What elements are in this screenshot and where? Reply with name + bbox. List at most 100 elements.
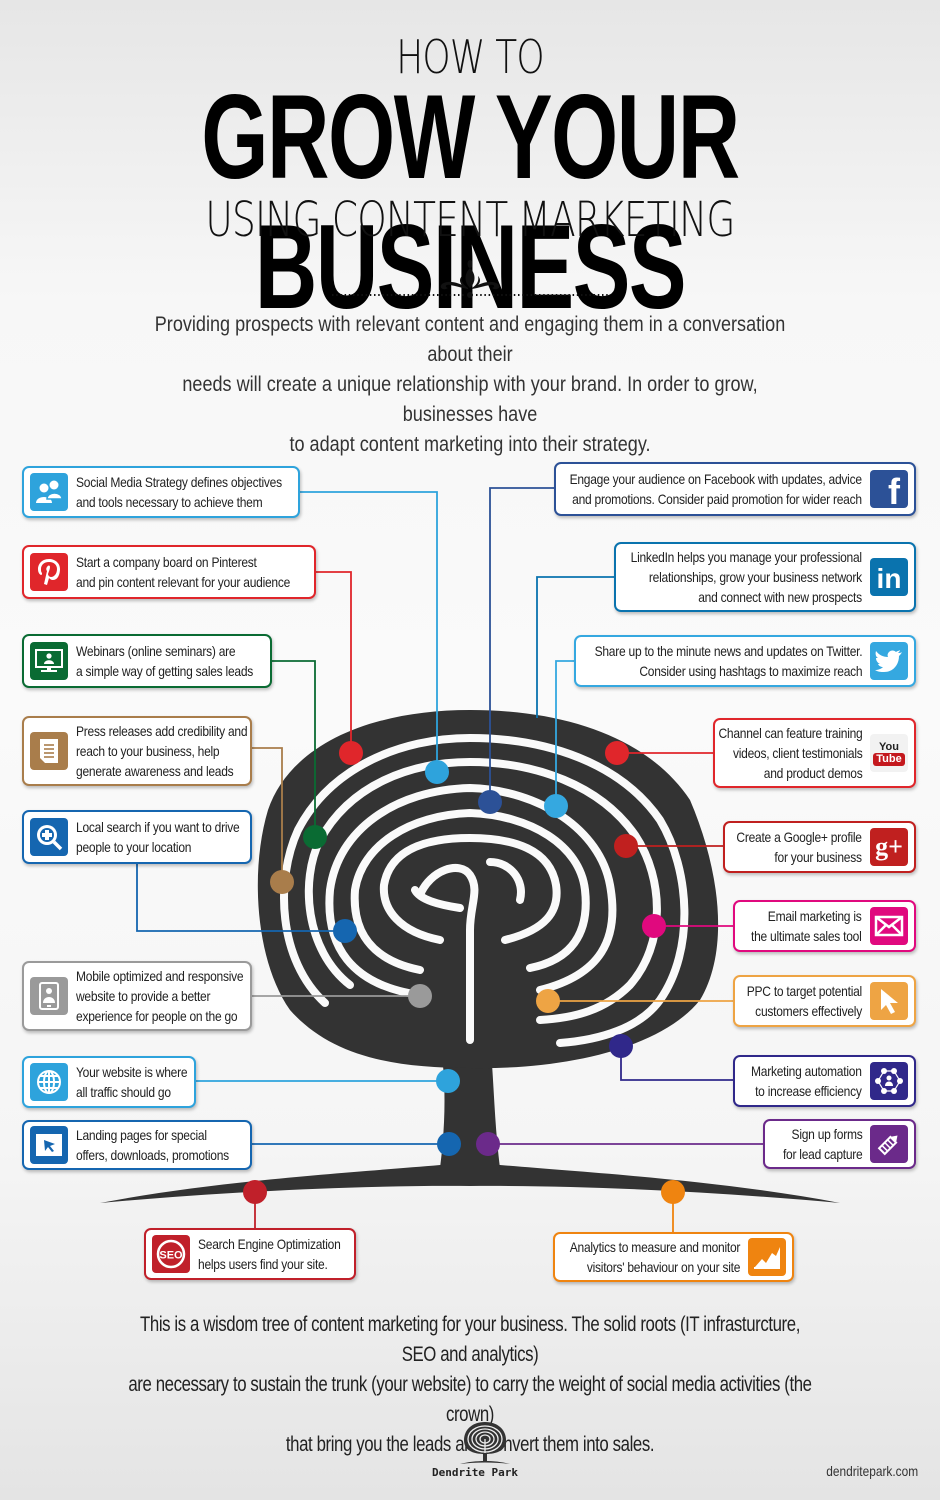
card-twitter: Share up to the minute news and updates … [574,635,916,687]
card-line: Engage your audience on Facebook with up… [569,471,862,487]
card-mobile: Mobile optimized and responsive website t… [22,961,252,1031]
card-line: Social Media Strategy defines objectives [76,474,282,490]
globe-icon [30,1063,68,1101]
card-line: videos, client testimonials [732,745,862,761]
card-ppc: PPC to target potential customers effecti… [733,975,916,1027]
google-plus-icon: g+ [870,828,908,866]
card-line: Channel can feature training [717,725,862,741]
social-people-icon [30,473,68,511]
card-line: and promotions. Consider paid promotion … [572,491,862,507]
dot-twitter [544,794,568,818]
card-line: Press releases add credibility and [76,723,248,739]
card-line: and tools necessary to achieve them [76,494,263,510]
youtube-you-text: You [879,740,899,753]
card-social-media-strategy: Social Media Strategy defines objectives… [22,466,300,518]
card-line: and pin content relevant for your audien… [76,574,291,590]
document-icon [30,732,68,770]
card-local-search: Local search if you want to drive people … [22,810,252,864]
dot-facebook [478,790,502,814]
seo-icon-label: SEO [159,1250,183,1262]
card-line: customers effectively [755,1003,862,1019]
card-line: Consider using hashtags to maximize reac… [639,663,862,679]
card-signup-forms: Sign up forms for lead capture [763,1119,916,1169]
card-line: a simple way of getting sales leads [76,663,254,679]
card-line: Email marketing is [768,908,862,924]
card-line: Webinars (online seminars) are [76,643,236,659]
card-analytics: Analytics to measure and monitor visitors… [553,1232,794,1282]
card-youtube: You Tube Channel can feature training vid… [713,718,916,788]
cursor-window-icon [30,1126,68,1164]
card-line: for lead capture [782,1146,862,1162]
pointer-arrow-icon [870,982,908,1020]
card-line: offers, downloads, promotions [76,1147,229,1163]
card-linkedin: in LinkedIn helps you manage your profes… [614,542,916,612]
dot-website [436,1069,460,1093]
dot-press-releases [270,870,294,894]
dot-seo [243,1180,267,1204]
dot-local-search [333,919,357,943]
card-line: website to provide a better [76,988,211,1004]
card-line: Local search if you want to drive [76,819,240,835]
youtube-tube-text: Tube [873,752,905,766]
card-line: Mobile optimized and responsive [76,968,244,984]
card-line: relationships, grow your business networ… [649,569,862,585]
card-line: generate awareness and leads [76,763,234,779]
card-line: Marketing automation [751,1063,862,1079]
logo-text: Dendrite Park [431,1466,519,1479]
dot-pinterest [339,741,363,765]
dot-automation [609,1034,633,1058]
card-line: Analytics to measure and monitor [569,1239,741,1255]
dot-googleplus [614,834,638,858]
website-url: dendritepark.com [826,1463,918,1479]
card-line: Landing pages for special [76,1127,207,1143]
dot-email [642,914,666,938]
card-line: LinkedIn helps you manage your professio… [630,549,862,565]
card-line: Share up to the minute news and updates … [594,643,862,659]
youtube-icon: You Tube [870,734,908,772]
network-people-icon [870,1062,908,1100]
facebook-icon-glyph: f [888,472,901,506]
card-line: helps users find your site. [198,1256,328,1272]
dot-social-media [425,760,449,784]
card-line: Sign up forms [791,1126,862,1142]
facebook-icon: f [870,470,908,508]
card-line: reach to your business, help [76,743,220,759]
webinar-monitor-icon [30,642,68,680]
card-line: the ultimate sales tool [751,928,862,944]
dot-webinars [303,825,327,849]
chart-growth-icon [748,1238,786,1276]
card-facebook: f Engage your audience on Facebook with … [554,462,916,516]
linkedin-icon-glyph: in [877,563,902,592]
connector-pinterest [316,571,352,753]
dot-ppc [536,989,560,1013]
card-line: Create a Google+ profile [736,829,863,845]
dot-signup [476,1132,500,1156]
card-marketing-automation: Marketing automation to increase efficien… [733,1055,916,1107]
dot-landing-pages [437,1132,461,1156]
card-webinars: Webinars (online seminars) are a simple w… [22,634,272,688]
card-line: Start a company board on Pinterest [76,554,257,570]
envelope-icon [870,907,908,945]
footer-line: This is a wisdom tree of content marketi… [140,1313,800,1366]
linkedin-icon: in [870,558,908,596]
pinterest-icon [30,553,68,591]
card-email: Email marketing is the ultimate sales too… [733,900,916,952]
card-landing-pages: Landing pages for special offers, downloa… [22,1120,252,1170]
card-line: and connect with new prospects [698,589,862,605]
search-plus-icon [30,818,68,856]
card-line: to increase efficiency [755,1083,862,1099]
card-line: and product demos [763,765,862,781]
card-googleplus: g+ Create a Google+ profile for your busi… [723,821,916,873]
card-line: all traffic should go [76,1084,171,1100]
pencil-icon [870,1125,908,1163]
google-plus-glyph: g+ [875,832,903,861]
card-press-releases: Press releases add credibility and reach … [22,716,252,786]
dot-mobile [408,984,432,1008]
card-line: Your website is where [76,1064,188,1080]
tree-roots [100,1165,840,1203]
dot-youtube [605,741,629,765]
seo-icon: SEO [152,1235,190,1273]
mobile-phone-icon [30,977,68,1015]
card-line: PPC to target potential [746,983,862,999]
card-pinterest: Start a company board on Pinterest and pi… [22,545,316,599]
